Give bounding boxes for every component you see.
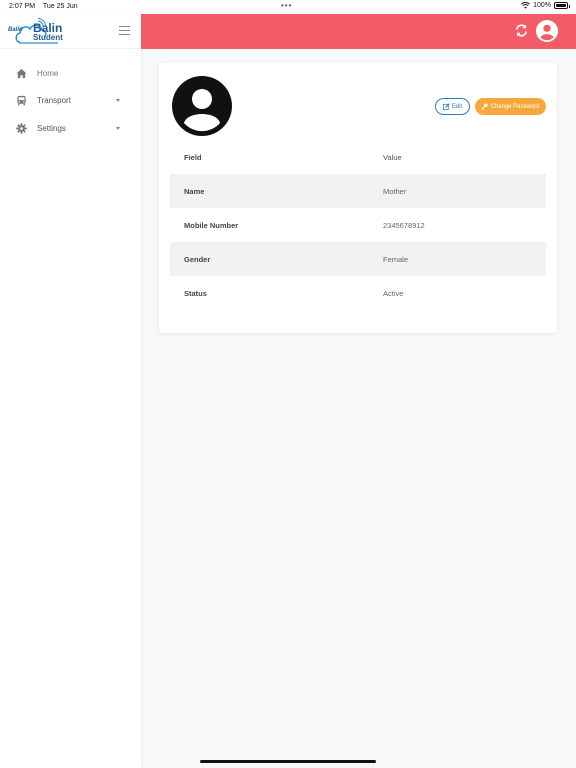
logo-mini-text: Balin: [8, 27, 23, 33]
change-password-label: Change Password: [490, 103, 540, 110]
gear-icon: [16, 122, 27, 134]
wifi-icon: [521, 2, 531, 9]
sidebar-item-label: Transport: [37, 95, 71, 105]
profile-table: Field Value Name Mother Mobile Number 23…: [170, 140, 546, 310]
hamburger-menu-icon[interactable]: [119, 26, 130, 35]
sidebar: Balin Balin Student Home Transport Setti…: [0, 14, 141, 768]
top-app-bar: [141, 14, 576, 49]
table-row: Name Mother: [170, 174, 546, 208]
key-icon: [481, 103, 489, 110]
battery-percent: 100%: [533, 2, 551, 9]
table-row: Mobile Number 2345678912: [170, 208, 546, 242]
chevron-down-icon: [116, 98, 120, 102]
edit-button-label: Edit: [451, 103, 463, 110]
bus-icon: [17, 95, 26, 105]
change-password-button[interactable]: Change Password: [475, 98, 546, 115]
profile-card: Edit Change Password Field Value Name Mo…: [159, 63, 557, 333]
home-indicator[interactable]: [200, 760, 376, 763]
edit-button[interactable]: Edit: [435, 98, 470, 115]
status-time-date: 2:07 PM Tue 25 Jun: [9, 3, 84, 10]
chevron-down-icon: [116, 126, 120, 130]
status-date: Tue 25 Jun: [42, 3, 78, 10]
sidebar-item-settings[interactable]: Settings: [0, 118, 141, 138]
value-cell: Mother: [383, 187, 407, 196]
table-header-row: Field Value: [170, 140, 546, 174]
value-cell: Active: [383, 289, 404, 298]
multitask-dots-icon[interactable]: •••: [281, 1, 292, 10]
battery-icon: [554, 2, 570, 9]
brand-name-line2: Student: [33, 33, 63, 42]
profile-avatar-icon: [172, 76, 232, 136]
edit-icon: [442, 103, 450, 110]
field-name-cell: Name: [184, 187, 205, 196]
sidebar-item-transport[interactable]: Transport: [0, 90, 141, 110]
sidebar-item-home[interactable]: Home: [0, 63, 141, 83]
status-time: 2:07 PM: [9, 3, 36, 10]
status-indicators: 100%: [521, 2, 570, 9]
sidebar-item-label: Home: [37, 68, 59, 78]
column-header-value: Value: [383, 153, 402, 162]
field-name-cell: Status: [184, 289, 207, 298]
user-avatar-icon[interactable]: [536, 20, 558, 42]
value-cell: Female: [383, 255, 409, 264]
value-cell: 2345678912: [383, 221, 425, 230]
table-row: Gender Female: [170, 242, 546, 276]
refresh-icon[interactable]: [514, 23, 529, 38]
brand-header: Balin Balin Student: [0, 14, 141, 49]
home-icon: [16, 68, 27, 78]
table-row: Status Active: [170, 276, 546, 310]
field-name-cell: Gender: [184, 255, 211, 264]
column-header-field: Field: [184, 153, 202, 162]
status-bar: 2:07 PM Tue 25 Jun ••• 100%: [0, 0, 576, 14]
sidebar-item-label: Settings: [37, 123, 66, 133]
field-name-cell: Mobile Number: [184, 221, 239, 230]
